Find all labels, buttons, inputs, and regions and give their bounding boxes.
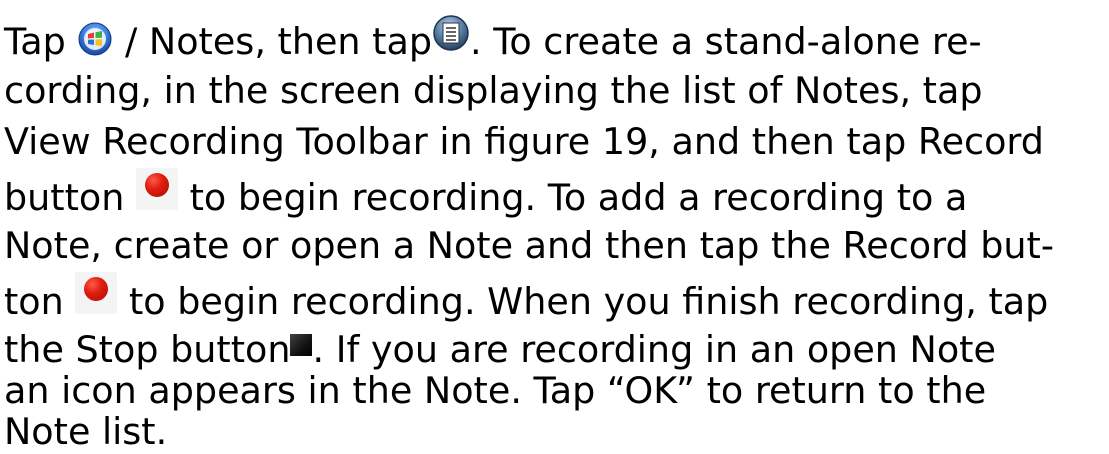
windows-start-icon [77, 21, 113, 57]
text-line-9: Note list. [4, 410, 168, 453]
text-segment: button [4, 176, 136, 219]
record-icon [75, 271, 118, 314]
text-segment: Tap [4, 20, 78, 63]
text-line-6: ton to begin recording. When you finish … [4, 271, 1049, 324]
text-segment: . To create a stand-alone re- [470, 20, 982, 63]
text-line-4: button to begin recording. To add a reco… [4, 167, 968, 220]
text-line-2: cording, in the screen displaying the li… [4, 69, 983, 112]
text-segment: to begin recording. When you finish reco… [117, 280, 1049, 323]
text-line-7: the Stop button . If you are recording in… [4, 328, 996, 372]
record-icon [136, 167, 178, 210]
text-line-5: Note, create or open a Note and then tap… [4, 224, 1055, 267]
record-dot [145, 172, 169, 197]
text-line-8: an icon appears in the Note. Tap “OK” to… [4, 369, 987, 412]
text-line-3: View Recording Toolbar in figure 19, and… [4, 120, 1044, 163]
record-dot [84, 276, 109, 301]
text-segment: ton [4, 280, 76, 323]
menu-icon [432, 14, 470, 52]
text-segment: the Stop button [4, 328, 291, 371]
text-segment: . If you are recording in an open Note [312, 328, 996, 371]
text-line-1: Tap / Notes, then tap . To create a stan… [4, 14, 982, 64]
text-segment: / Notes, then tap [113, 20, 433, 63]
text-segment: to begin recording. To add a recording t… [178, 176, 968, 219]
stop-icon [290, 333, 313, 356]
